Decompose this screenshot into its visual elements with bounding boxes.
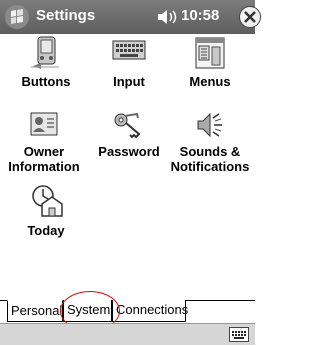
tile-label: Menus [189,74,231,89]
tab-personal[interactable]: Personal [7,300,63,322]
sounds-notifications-icon [197,112,222,138]
tile-label: Password [98,144,160,159]
input-panel-button[interactable] [229,327,249,342]
tile-label-line1: Owner [23,144,65,159]
title-bar: Settings 10:58 [0,0,261,34]
tile-input[interactable]: Input [89,36,169,89]
tile-password[interactable]: Password [89,110,169,159]
tab-bar: Personal System Connections [0,300,255,322]
tile-label: Buttons [21,74,71,89]
windows-flag-icon[interactable] [3,3,31,31]
tile-today[interactable]: Today [6,183,86,238]
tab-system[interactable]: System [63,300,112,322]
keyboard-icon [112,40,146,60]
keyboard-icon [232,331,246,339]
tab-connections[interactable]: Connections [112,300,188,322]
buttons-icon [31,36,59,69]
menus-icon [195,37,225,69]
tile-label-line2: Notifications [170,159,250,174]
tile-label: Today [27,223,65,238]
window-title: Settings [36,7,96,24]
tile-owner-information[interactable]: Owner Information [4,110,84,174]
tile-label: Input [113,74,145,89]
tile-sounds-notifications[interactable]: Sounds & Notifications [170,110,250,174]
command-bar [0,323,255,345]
close-icon [244,11,256,23]
clock[interactable]: 10:58 [181,7,219,24]
speaker-icon[interactable] [157,9,179,25]
password-keys-icon [114,112,141,139]
owner-information-icon [30,112,58,136]
close-button[interactable] [239,6,261,28]
tile-buttons[interactable]: Buttons [6,36,86,89]
tile-menus[interactable]: Menus [170,36,250,89]
tile-label-line1: Sounds & [179,144,241,159]
tile-label-line2: Information [8,159,80,174]
today-clock-icon [32,185,63,217]
